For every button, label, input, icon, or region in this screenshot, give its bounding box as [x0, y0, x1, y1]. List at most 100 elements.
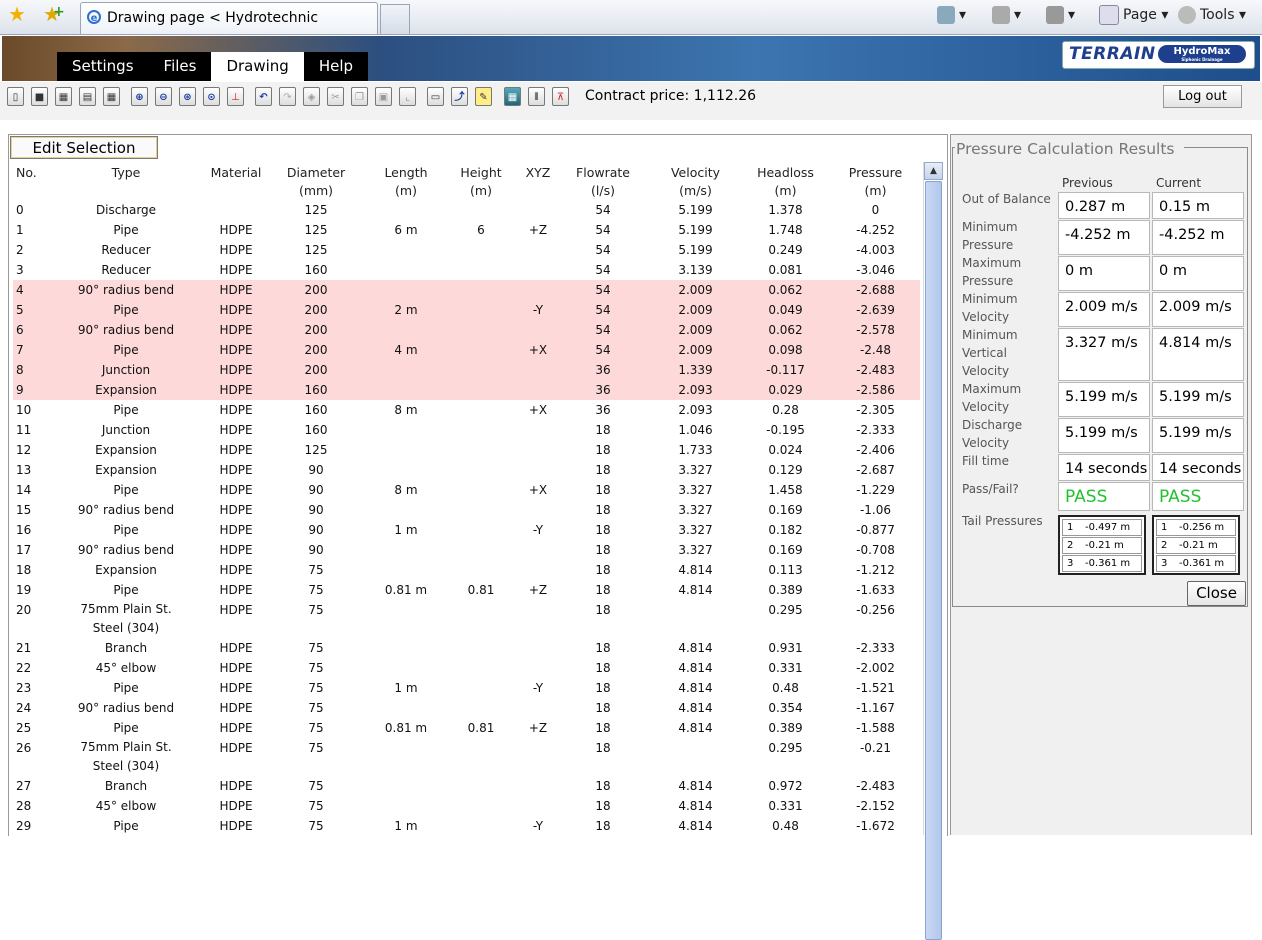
- new-icon[interactable]: ▯: [7, 87, 24, 106]
- cell-flowrate: 18: [595, 741, 611, 755]
- cell-velocity: 4.814: [678, 563, 713, 577]
- outlet-icon[interactable]: ⊼: [552, 87, 569, 106]
- new-tab-button[interactable]: [380, 4, 410, 34]
- cell-pressure: -1.06: [859, 503, 892, 517]
- paste-icon[interactable]: ▣: [375, 87, 392, 106]
- table-row[interactable]: 8 Junction HDPE 200 36 1.339 -0.117 -2.483: [13, 360, 920, 380]
- page-menu-button[interactable]: Page ▾: [1099, 4, 1168, 26]
- table-row[interactable]: 14 Pipe HDPE 90 8 m +X 18 3.327 1.458 -1.229: [13, 480, 920, 500]
- menu-help[interactable]: Help: [303, 52, 369, 81]
- table-row[interactable]: 1 Pipe HDPE 125 6 m 6 +Z 54 5.199 1.748 -4.252: [13, 220, 920, 240]
- table-row[interactable]: 10 Pipe HDPE 160 8 m +X 36 2.093 0.28 -2.305: [13, 400, 920, 420]
- cell-no: 27: [16, 779, 32, 793]
- tail-pressure-row: 2 -0.21 m: [1062, 537, 1142, 554]
- pipe-split-icon[interactable]: ⫴: [528, 87, 545, 106]
- table-row[interactable]: 20 75mm Plain St. Steel (304) HDPE 75 18 0.29…: [13, 600, 920, 639]
- table-row[interactable]: 2 Reducer HDPE 125 54 5.199 0.249 -4.003: [13, 240, 920, 260]
- contract-price: Contract price: 1,112.26: [585, 88, 757, 104]
- cell-flowrate: 18: [595, 661, 611, 675]
- logout-button[interactable]: Log out: [1163, 85, 1242, 108]
- table-row[interactable]: 3 Reducer HDPE 160 54 3.139 0.081 -3.046: [13, 260, 920, 280]
- cell-velocity: 2.009: [678, 283, 713, 297]
- cell-no: 5: [16, 303, 24, 317]
- cell-velocity: 3.327: [678, 523, 713, 537]
- zoom-window-icon[interactable]: ⊙: [203, 87, 220, 106]
- table-row[interactable]: 18 Expansion HDPE 75 18 4.814 0.113 -1.212: [13, 560, 920, 580]
- browser-tab[interactable]: e Drawing page < Hydrotechnic: [80, 2, 378, 34]
- table-row[interactable]: 27 Branch HDPE 75 18 4.814 0.972 -2.483: [13, 776, 920, 796]
- table-row[interactable]: 22 45° elbow HDPE 75 18 4.814 0.331 -2.002: [13, 658, 920, 678]
- tail-index: 3: [1067, 558, 1074, 569]
- table-row[interactable]: 23 Pipe HDPE 75 1 m -Y 18 4.814 0.48 -1.521: [13, 678, 920, 698]
- favorites-star-icon[interactable]: ★: [8, 4, 26, 24]
- pan-icon[interactable]: ⊥: [227, 87, 244, 106]
- cell-material: HDPE: [219, 383, 253, 397]
- menu-drawing[interactable]: Drawing: [211, 52, 304, 81]
- table-row[interactable]: 15 90° radius bend HDPE 90 18 3.327 0.169 -1.06: [13, 500, 920, 520]
- zoom-extents-icon[interactable]: ⊛: [179, 87, 196, 106]
- undo-icon[interactable]: ↶: [255, 87, 272, 106]
- cell-flowrate: 54: [595, 343, 611, 357]
- menu-files[interactable]: Files: [148, 52, 212, 81]
- table-row[interactable]: 7 Pipe HDPE 200 4 m +X 54 2.009 0.098 -2.48: [13, 340, 920, 360]
- table-row[interactable]: 13 Expansion HDPE 90 18 3.327 0.129 -2.687: [13, 460, 920, 480]
- table-row[interactable]: 29 Pipe HDPE 75 1 m -Y 18 4.814 0.48 -1.672: [13, 816, 920, 836]
- table-row[interactable]: 25 Pipe HDPE 75 0.81 m 0.81 +Z 18 4.814 0.389 -1.5…: [13, 718, 920, 738]
- home-button[interactable]: ▾: [937, 4, 966, 26]
- cell-pressure: -1.229: [856, 483, 895, 497]
- table-row[interactable]: 11 Junction HDPE 160 18 1.046 -0.195 -2.333: [13, 420, 920, 440]
- tools-menu-button[interactable]: Tools ▾: [1178, 4, 1246, 26]
- draw-pipe-icon[interactable]: ⤴: [451, 87, 468, 106]
- table-icon[interactable]: ▦: [103, 87, 120, 106]
- result-previous-value: 0.287 m: [1058, 192, 1150, 219]
- table-row[interactable]: 24 90° radius bend HDPE 75 18 4.814 0.354 -1.16…: [13, 698, 920, 718]
- cell-diameter: 75: [308, 721, 324, 735]
- calculator-icon[interactable]: ▦: [504, 87, 521, 106]
- cell-type: Branch: [104, 779, 148, 793]
- cell-headloss: 0.249: [768, 243, 803, 257]
- table-row[interactable]: 17 90° radius bend HDPE 90 18 3.327 0.169 -0.70…: [13, 540, 920, 560]
- table-row[interactable]: 6 90° radius bend HDPE 200 54 2.009 0.062 -2.57…: [13, 320, 920, 340]
- save-as-icon[interactable]: ▦: [55, 87, 72, 106]
- cell-headloss: 0.28: [772, 403, 799, 417]
- zoom-out-icon[interactable]: ⊖: [155, 87, 172, 106]
- select-icon[interactable]: ⌞: [399, 87, 416, 106]
- add-favorite-icon[interactable]: ★ +: [43, 4, 65, 24]
- table-scrollbar[interactable]: ▲: [923, 162, 943, 940]
- cut-icon[interactable]: ✂: [327, 87, 344, 106]
- table-row[interactable]: 16 Pipe HDPE 90 1 m -Y 18 3.327 0.182 -0.877: [13, 520, 920, 540]
- cell-pressure: -0.256: [856, 603, 895, 617]
- scroll-thumb[interactable]: [925, 181, 942, 940]
- table-row[interactable]: 21 Branch HDPE 75 18 4.814 0.931 -2.333: [13, 638, 920, 658]
- scroll-up-icon[interactable]: ▲: [924, 162, 943, 180]
- table-row[interactable]: 12 Expansion HDPE 125 18 1.733 0.024 -2.406: [13, 440, 920, 460]
- table-row[interactable]: 26 75mm Plain St. Steel (304) HDPE 75 18 0.29…: [13, 738, 920, 777]
- cell-length: 1 m: [394, 681, 418, 695]
- table-row[interactable]: 5 Pipe HDPE 200 2 m -Y 54 2.009 0.049 -2.639: [13, 300, 920, 320]
- zoom-in-icon[interactable]: ⊕: [131, 87, 148, 106]
- 3d-view-icon[interactable]: ◈: [303, 87, 320, 106]
- copy-icon[interactable]: ❐: [351, 87, 368, 106]
- cell-material: HDPE: [219, 443, 253, 457]
- cell-material: HDPE: [219, 563, 253, 577]
- redo-icon[interactable]: ↷: [279, 87, 296, 106]
- table-row[interactable]: 9 Expansion HDPE 160 36 2.093 0.029 -2.586: [13, 380, 920, 400]
- keyboard-icon[interactable]: ▭: [427, 87, 444, 106]
- edit-selection-button[interactable]: Edit Selection: [10, 136, 158, 159]
- feeds-button[interactable]: ▾: [992, 4, 1021, 26]
- properties-icon[interactable]: ▤: [79, 87, 96, 106]
- save-icon[interactable]: ■: [31, 87, 48, 106]
- menu-settings[interactable]: Settings: [57, 52, 149, 81]
- table-row[interactable]: 28 45° elbow HDPE 75 18 4.814 0.331 -2.152: [13, 796, 920, 816]
- cell-velocity: 5.199: [678, 203, 713, 217]
- cell-length: 6 m: [394, 223, 418, 237]
- cell-flowrate: 18: [595, 641, 611, 655]
- cell-no: 29: [16, 819, 32, 833]
- print-button[interactable]: ▾: [1046, 4, 1075, 26]
- close-button[interactable]: Close: [1187, 581, 1246, 606]
- table-row[interactable]: 4 90° radius bend HDPE 200 54 2.009 0.062 -2.68…: [13, 280, 920, 300]
- cell-flowrate: 54: [595, 243, 611, 257]
- table-row[interactable]: 19 Pipe HDPE 75 0.81 m 0.81 +Z 18 4.814 0.389 -1.6…: [13, 580, 920, 600]
- notes-icon[interactable]: ✎: [475, 87, 492, 106]
- table-row[interactable]: 0 Discharge 125 54 5.199 1.378 0: [13, 200, 920, 220]
